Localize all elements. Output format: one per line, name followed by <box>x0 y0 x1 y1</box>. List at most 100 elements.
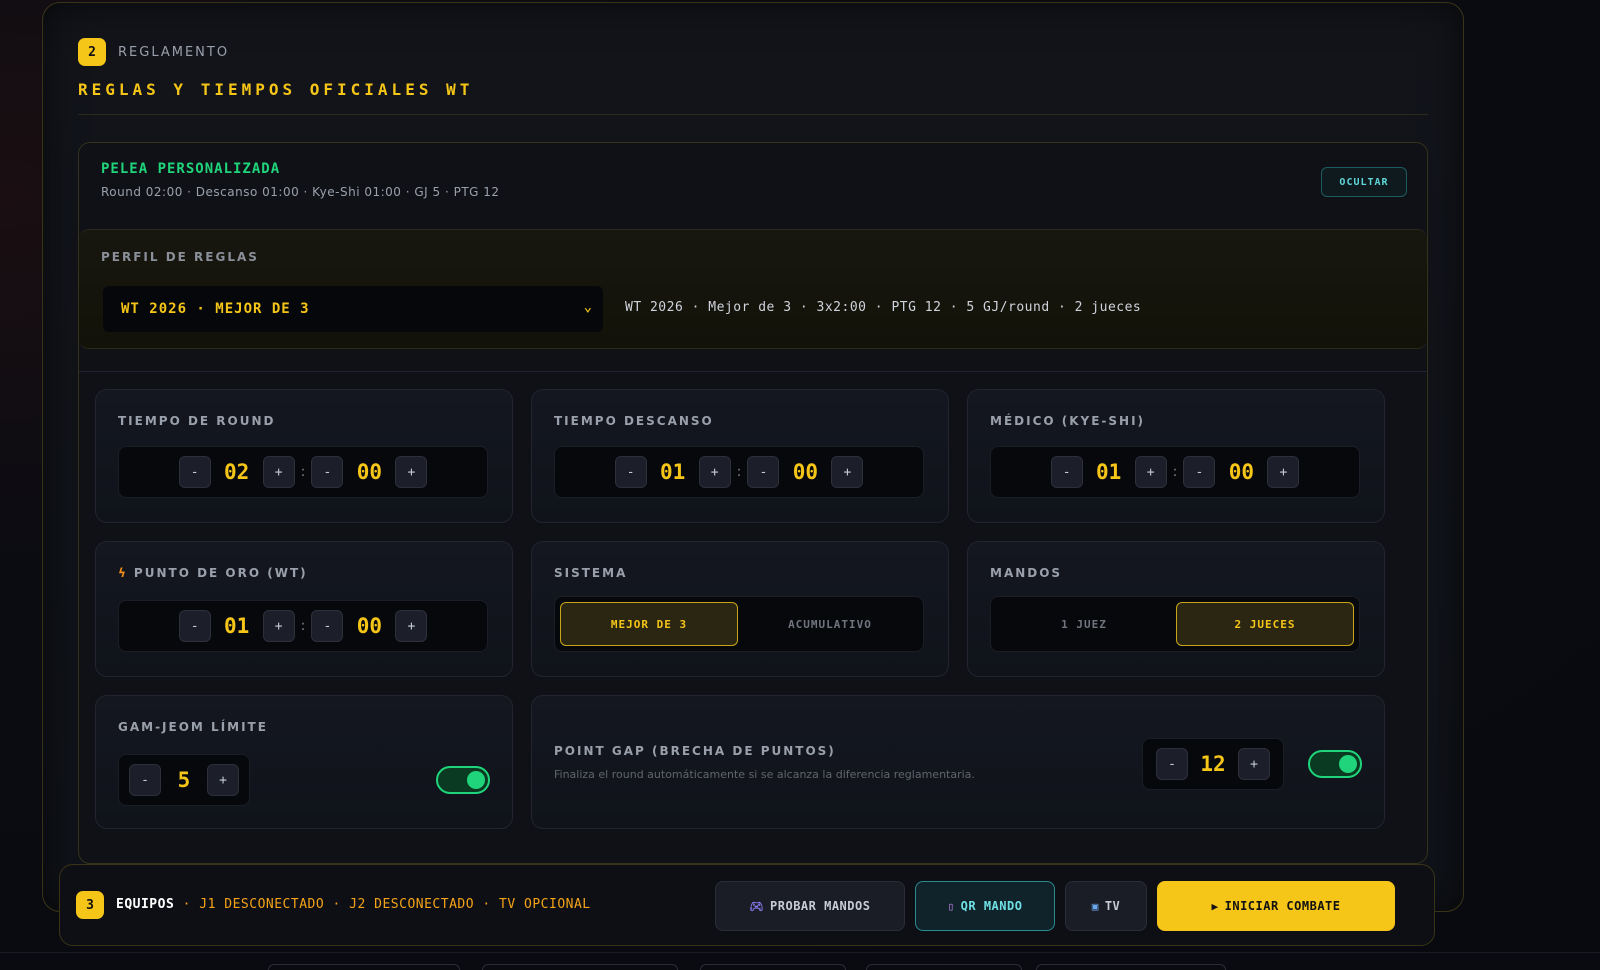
medical-minutes-increment-button[interactable]: + <box>1134 456 1167 488</box>
golden-seconds-increment-button[interactable]: + <box>395 610 428 642</box>
round-seconds-value: 00 <box>356 460 382 484</box>
medical-time-input: - 01 + : - 00 + <box>990 446 1360 498</box>
medical-seconds-value: 00 <box>1228 460 1254 484</box>
gamjeom-stepper: - 5 + <box>118 754 250 806</box>
round-time-label: TIEMPO DE ROUND <box>118 414 276 428</box>
divider <box>79 371 1427 372</box>
rest-seconds-value: 00 <box>792 460 818 484</box>
round-time-input: - 02 + : - 00 + <box>118 446 488 498</box>
golden-point-label: PUNTO DE ORO (WT) <box>133 566 308 580</box>
time-separator: : <box>736 464 742 480</box>
medical-minutes-value: 01 <box>1095 460 1122 484</box>
round-minutes-increment-button[interactable]: + <box>262 456 295 488</box>
round-minutes-value: 02 <box>223 460 250 484</box>
rest-minutes-increment-button[interactable]: + <box>698 456 731 488</box>
medical-seconds-decrement-button[interactable]: - <box>1183 456 1216 488</box>
system-selector: MEJOR DE 3 ACUMULATIVO <box>554 596 924 652</box>
golden-minutes-increment-button[interactable]: + <box>262 610 295 642</box>
point-gap-value: 12 <box>1200 752 1226 776</box>
medical-time-label: MÉDICO (KYE-SHI) <box>990 414 1146 428</box>
page-title: REGLAS Y TIEMPOS OFICIALES WT <box>78 80 474 99</box>
golden-point-label-row: ϟ PUNTO DE ORO (WT) <box>118 566 308 580</box>
point-gap-decrement-button[interactable]: - <box>1156 748 1188 780</box>
golden-point-card: ϟ PUNTO DE ORO (WT) - 01 + : - 00 + <box>95 541 513 677</box>
chevron-down-icon: ⌄ <box>583 299 593 315</box>
toggle-knob <box>1339 755 1357 773</box>
qr-controller-label: QR MANDO <box>960 899 1023 913</box>
gamjeom-toggle[interactable] <box>436 766 490 794</box>
round-seconds-increment-button[interactable]: + <box>395 456 428 488</box>
rest-seconds-decrement-button[interactable]: - <box>747 456 780 488</box>
rest-time-input: - 01 + : - 00 + <box>554 446 924 498</box>
play-icon: ▶ <box>1211 899 1219 913</box>
profile-selected-value: WT 2026 · MEJOR DE 3 <box>121 301 310 317</box>
gamjeom-value: 5 <box>177 768 191 792</box>
point-gap-toggle[interactable] <box>1308 750 1362 778</box>
point-gap-card: POINT GAP (BRECHA DE PUNTOS) Finaliza el… <box>531 695 1385 829</box>
controllers-label: MANDOS <box>990 566 1063 580</box>
divider <box>78 114 1428 115</box>
section-label: REGLAMENTO <box>118 44 230 60</box>
bottom-tab[interactable] <box>700 964 846 970</box>
start-fight-button[interactable]: ▶ INICIAR COMBATE <box>1157 881 1395 931</box>
rest-seconds-increment-button[interactable]: + <box>831 456 864 488</box>
point-gap-stepper: - 12 + <box>1142 738 1284 790</box>
controllers-option-2-judges[interactable]: 2 JUECES <box>1176 602 1354 646</box>
hide-button[interactable]: OCULTAR <box>1321 167 1407 197</box>
profile-select[interactable]: WT 2026 · MEJOR DE 3 ⌄ <box>103 286 603 332</box>
system-label: SISTEMA <box>554 566 628 580</box>
test-controllers-label: PROBAR MANDOS <box>770 899 871 913</box>
teams-title: EQUIPOS <box>116 897 175 912</box>
start-fight-label: INICIAR COMBATE <box>1224 899 1341 913</box>
round-time-card: TIEMPO DE ROUND - 02 + : - 00 + <box>95 389 513 523</box>
point-gap-label: POINT GAP (BRECHA DE PUNTOS) <box>554 744 836 758</box>
teams-status: EQUIPOS · J1 DESCONECTADO · J2 DESCONECT… <box>116 897 591 912</box>
round-seconds-decrement-button[interactable]: - <box>311 456 344 488</box>
test-controllers-button[interactable]: 🎮︎ PROBAR MANDOS <box>715 881 905 931</box>
controllers-option-1-judge[interactable]: 1 JUEZ <box>996 602 1172 646</box>
tv-label: TV <box>1104 899 1121 913</box>
medical-minutes-decrement-button[interactable]: - <box>1050 456 1083 488</box>
gamjeom-increment-button[interactable]: + <box>207 764 239 796</box>
rules-config: PELEA PERSONALIZADA Round 02:00 · Descan… <box>78 142 1428 864</box>
time-separator: : <box>300 464 306 480</box>
medical-time-card: MÉDICO (KYE-SHI) - 01 + : - 00 + <box>967 389 1385 523</box>
round-minutes-decrement-button[interactable]: - <box>178 456 211 488</box>
section-header: 2 REGLAMENTO <box>78 38 229 66</box>
bottom-tab[interactable] <box>866 964 1022 970</box>
golden-point-input: - 01 + : - 00 + <box>118 600 488 652</box>
rest-time-label: TIEMPO DESCANSO <box>554 414 714 428</box>
bottom-tab[interactable] <box>268 964 460 970</box>
bottom-tab[interactable] <box>1036 964 1226 970</box>
point-gap-increment-button[interactable]: + <box>1238 748 1270 780</box>
controllers-card: MANDOS 1 JUEZ 2 JUECES <box>967 541 1385 677</box>
golden-seconds-decrement-button[interactable]: - <box>311 610 344 642</box>
tv-button[interactable]: ▣ TV <box>1065 881 1147 931</box>
system-option-best-of-3[interactable]: MEJOR DE 3 <box>560 602 738 646</box>
time-separator: : <box>1172 464 1178 480</box>
golden-minutes-decrement-button[interactable]: - <box>178 610 211 642</box>
connection-status: · J1 DESCONECTADO · J2 DESCONECTADO · TV… <box>182 897 591 912</box>
qr-controller-button[interactable]: ▯ QR MANDO <box>915 881 1055 931</box>
profile-description: WT 2026 · Mejor de 3 · 3x2:00 · PTG 12 ·… <box>625 300 1142 315</box>
section-number-badge: 2 <box>78 38 106 66</box>
toggle-knob <box>467 771 485 789</box>
gamjeom-card: GAM-JEOM LÍMITE - 5 + <box>95 695 513 829</box>
gamjeom-label: GAM-JEOM LÍMITE <box>118 720 268 734</box>
golden-seconds-value: 00 <box>356 614 382 638</box>
rest-minutes-decrement-button[interactable]: - <box>614 456 647 488</box>
custom-fight-summary: Round 02:00 · Descanso 01:00 · Kye-Shi 0… <box>101 185 500 199</box>
teams-footer: 3 EQUIPOS · J1 DESCONECTADO · J2 DESCONE… <box>59 864 1435 946</box>
phone-icon: ▯ <box>947 899 955 913</box>
rest-minutes-value: 01 <box>659 460 686 484</box>
footer-number-badge: 3 <box>76 891 104 919</box>
bolt-icon: ϟ <box>118 566 128 580</box>
tv-icon: ▣ <box>1091 899 1099 913</box>
golden-minutes-value: 01 <box>223 614 250 638</box>
bottom-tab[interactable] <box>482 964 678 970</box>
gamjeom-decrement-button[interactable]: - <box>129 764 161 796</box>
custom-fight-title: PELEA PERSONALIZADA <box>101 161 281 177</box>
system-option-cumulative[interactable]: ACUMULATIVO <box>742 602 918 646</box>
medical-seconds-increment-button[interactable]: + <box>1267 456 1300 488</box>
rules-profile: PERFIL DE REGLAS WT 2026 · MEJOR DE 3 ⌄ … <box>79 229 1427 349</box>
